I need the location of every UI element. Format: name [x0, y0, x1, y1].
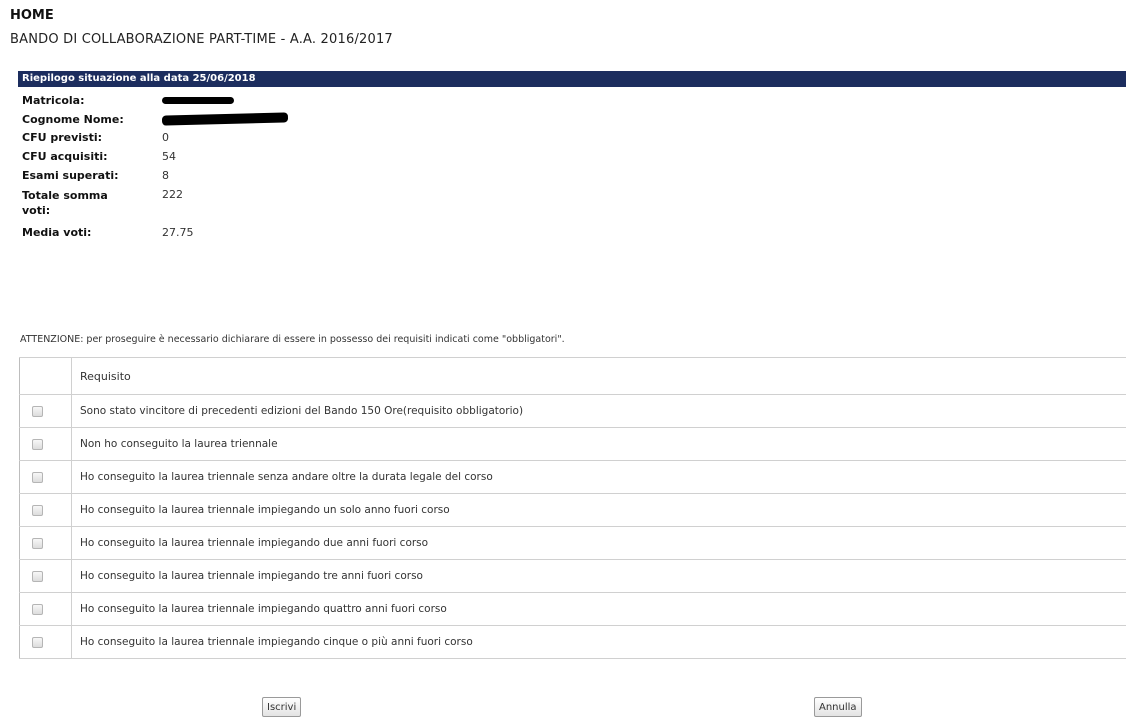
requirement-checkbox[interactable] [32, 471, 43, 483]
summary-label: Esami superati: [22, 169, 119, 183]
summary-row-esami-superati: Esami superati: 8 [22, 169, 288, 188]
table-row: Ho conseguito la laurea triennale impieg… [19, 625, 1126, 659]
summary-row-totale-somma-voti: Totale somma voti: 222 [22, 188, 288, 226]
iscrivi-button[interactable]: Iscrivi [262, 697, 302, 717]
requirement-label: Ho conseguito la laurea triennale impieg… [71, 625, 1126, 659]
summary-title-bar: Riepilogo situazione alla data 25/06/201… [18, 71, 1126, 87]
redacted-value [162, 94, 234, 107]
requirement-checkbox[interactable] [32, 438, 43, 450]
summary-value: 222 [162, 188, 183, 202]
annulla-button[interactable]: Annulla [814, 697, 862, 717]
requirements-table: Requisito Sono stato vincitore di preced… [19, 357, 1126, 659]
table-header-row: Requisito [19, 357, 1126, 395]
table-row: Sono stato vincitore di precedenti edizi… [19, 394, 1126, 428]
summary-row-matricola: Matricola: [22, 94, 288, 113]
summary-label: Matricola: [22, 94, 85, 107]
table-row: Ho conseguito la laurea triennale impieg… [19, 559, 1126, 593]
summary-label: Cognome Nome: [22, 112, 124, 126]
page-subtitle: BANDO DI COLLABORAZIONE PART-TIME - A.A.… [10, 32, 393, 47]
checkbox-column-header [19, 357, 72, 395]
summary-row-cognome-nome: Cognome Nome: [22, 111, 289, 132]
summary-value: 27.75 [162, 226, 194, 240]
home-link[interactable]: HOME [10, 8, 54, 23]
requirement-checkbox[interactable] [32, 636, 43, 648]
summary-row-media-voti: Media voti: 27.75 [22, 226, 288, 245]
warning-message: ATTENZIONE: per proseguire è necessario … [20, 334, 565, 345]
requirement-checkbox[interactable] [32, 537, 43, 549]
requirement-checkbox[interactable] [32, 570, 43, 582]
requirement-label: Ho conseguito la laurea triennale senza … [71, 460, 1126, 494]
summary-label: CFU acquisiti: [22, 150, 108, 164]
table-row: Ho conseguito la laurea triennale senza … [19, 460, 1126, 494]
summary-value: 0 [162, 131, 169, 145]
table-row: Ho conseguito la laurea triennale impieg… [19, 526, 1126, 560]
table-row: Ho conseguito la laurea triennale impieg… [19, 493, 1126, 527]
requirement-label: Ho conseguito la laurea triennale impieg… [71, 559, 1126, 593]
requirement-checkbox[interactable] [32, 405, 43, 417]
table-row: Non ho conseguito la laurea triennale [19, 427, 1126, 461]
summary-value: 54 [162, 150, 176, 164]
summary-row-cfu-acquisiti: CFU acquisiti: 54 [22, 150, 288, 169]
requisito-column-header: Requisito [71, 357, 1126, 395]
summary-label: Media voti: [22, 226, 92, 240]
table-row: Ho conseguito la laurea triennale impieg… [19, 592, 1126, 626]
requirement-checkbox[interactable] [32, 603, 43, 615]
summary-section: Matricola: Cognome Nome: CFU previsti: 0… [22, 94, 289, 245]
requirement-label: Ho conseguito la laurea triennale impieg… [71, 592, 1126, 626]
requirement-label: Non ho conseguito la laurea triennale [71, 427, 1126, 461]
summary-label: Totale somma voti: [22, 189, 108, 218]
summary-row-cfu-previsti: CFU previsti: 0 [22, 131, 288, 150]
requirement-checkbox[interactable] [32, 504, 43, 516]
summary-value: 8 [162, 169, 169, 183]
requirement-label: Ho conseguito la laurea triennale impieg… [71, 493, 1126, 527]
requirement-label: Ho conseguito la laurea triennale impieg… [71, 526, 1126, 560]
redacted-value [161, 111, 289, 127]
requirement-label: Sono stato vincitore di precedenti edizi… [71, 394, 1126, 428]
summary-label: CFU previsti: [22, 131, 103, 145]
